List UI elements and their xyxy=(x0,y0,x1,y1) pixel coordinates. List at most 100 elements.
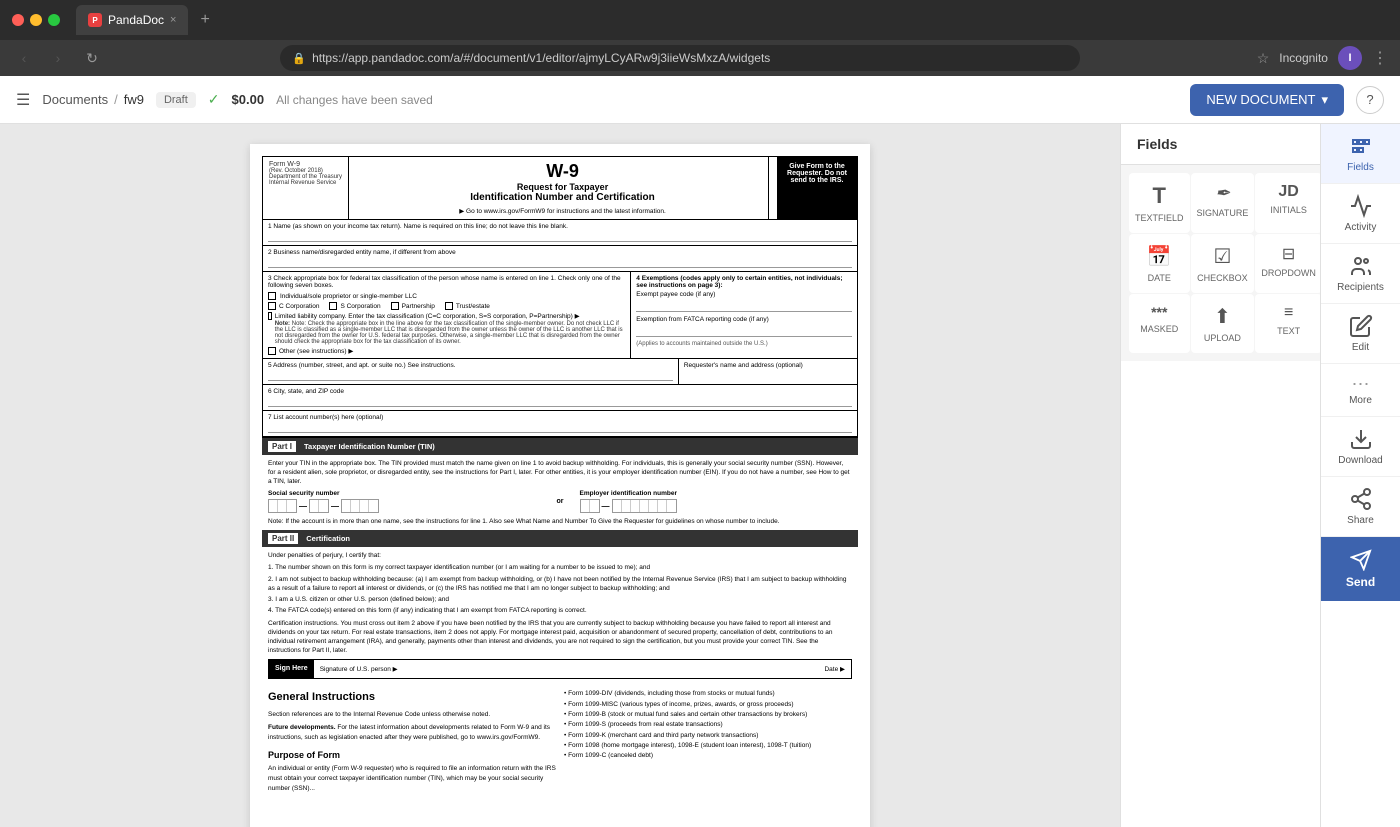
url-bar[interactable]: 🔒 https://app.pandadoc.com/a/#/document/… xyxy=(280,45,1080,71)
back-button[interactable]: ‹ xyxy=(12,50,36,66)
activity-icon xyxy=(1349,194,1373,218)
w9-line5-req: 5 Address (number, street, and apt. or s… xyxy=(263,359,857,385)
other-checkbox[interactable] xyxy=(268,347,276,355)
menu-icon[interactable]: ⋮ xyxy=(1372,48,1388,68)
new-tab-button[interactable]: + xyxy=(194,11,215,29)
browser-chrome: P PandaDoc × + xyxy=(0,0,1400,40)
w9-other-option: Other (see instructions) ▶ xyxy=(268,347,625,355)
ein-seg1 xyxy=(580,499,600,513)
maximize-button[interactable] xyxy=(48,14,60,26)
sidebar-item-download[interactable]: Download xyxy=(1321,417,1400,477)
s-corp-option: S Corporation xyxy=(329,302,380,310)
new-document-button[interactable]: NEW DOCUMENT ▾ xyxy=(1190,84,1344,116)
send-icon xyxy=(1350,549,1372,571)
sidebar-download-label: Download xyxy=(1338,455,1382,466)
app: ☰ Documents / fw9 Draft ✓ $0.00 All chan… xyxy=(0,76,1400,827)
ssn-seg1 xyxy=(268,499,297,513)
main-content: Form W-9 (Rev. October 2018) Department … xyxy=(0,124,1400,827)
checkbox-label: CHECKBOX xyxy=(1197,273,1248,283)
hamburger-menu[interactable]: ☰ xyxy=(16,90,30,110)
tab-close-button[interactable]: × xyxy=(170,14,176,26)
signature-icon: ✒ xyxy=(1215,183,1230,204)
url-text: https://app.pandadoc.com/a/#/document/v1… xyxy=(312,51,770,65)
forward-button[interactable]: › xyxy=(46,50,70,66)
w9-line3-4: 3 Check appropriate box for federal tax … xyxy=(263,272,857,359)
w9-certification: Under penalties of perjury, I certify th… xyxy=(262,547,858,683)
sidebar-item-share[interactable]: Share xyxy=(1321,477,1400,537)
ein-seg2 xyxy=(612,499,677,513)
sidebar-item-recipients[interactable]: Recipients xyxy=(1321,244,1400,304)
w9-or-label: or xyxy=(551,490,570,513)
c-corp-checkbox[interactable] xyxy=(268,302,276,310)
sidebar-item-edit[interactable]: Edit xyxy=(1321,304,1400,364)
download-icon xyxy=(1349,427,1373,451)
initials-icon: JD xyxy=(1278,183,1298,201)
profile-initial: I xyxy=(1348,52,1351,64)
traffic-lights xyxy=(12,14,60,26)
field-masked[interactable]: *** MASKED xyxy=(1129,294,1190,353)
fields-grid: T TEXTFIELD ✒ SIGNATURE JD INITIALS 📅 DA… xyxy=(1121,165,1320,361)
send-button[interactable]: Send xyxy=(1321,537,1400,601)
masked-icon: *** xyxy=(1151,304,1167,320)
partnership-option: Partnership xyxy=(391,302,435,310)
fields-panel: Fields T TEXTFIELD ✒ SIGNATURE JD INITIA… xyxy=(1120,124,1320,827)
indiv-checkbox[interactable] xyxy=(268,292,276,300)
refresh-button[interactable]: ↻ xyxy=(80,50,104,67)
document-area[interactable]: Form W-9 (Rev. October 2018) Department … xyxy=(0,124,1120,827)
w9-ssn-group: Social security number — xyxy=(268,490,541,513)
breadcrumb-separator: / xyxy=(114,92,118,107)
profile-button[interactable]: I xyxy=(1338,46,1362,70)
app-header: ☰ Documents / fw9 Draft ✓ $0.00 All chan… xyxy=(0,76,1400,124)
w9-line1: 1 Name (as shown on your income tax retu… xyxy=(263,220,857,246)
field-dropdown[interactable]: ⊟ DROPDOWN xyxy=(1255,234,1322,293)
trust-option: Trust/estate xyxy=(445,302,490,310)
sign-here-label: Sign Here xyxy=(269,660,314,678)
field-signature[interactable]: ✒ SIGNATURE xyxy=(1191,173,1255,233)
s-corp-checkbox[interactable] xyxy=(329,302,337,310)
field-checkbox[interactable]: ☑ CHECKBOX xyxy=(1191,234,1255,293)
sidebar-item-activity[interactable]: Activity xyxy=(1321,184,1400,244)
lock-icon: 🔒 xyxy=(292,52,306,65)
minimize-button[interactable] xyxy=(30,14,42,26)
sidebar-edit-label: Edit xyxy=(1352,342,1369,353)
signature-label: SIGNATURE xyxy=(1197,208,1249,218)
tab-title: PandaDoc xyxy=(108,13,164,27)
w9-ein-group: Employer identification number — xyxy=(580,490,853,513)
breadcrumb-documents[interactable]: Documents xyxy=(42,92,108,107)
tab-bar: P PandaDoc × + xyxy=(76,5,1388,35)
w9-line4: 4 Exemptions (codes apply only to certai… xyxy=(631,272,857,358)
w9-give-form: Give Form to the Requester. Do not send … xyxy=(777,157,857,219)
share-icon xyxy=(1349,487,1373,511)
dropdown-label: DROPDOWN xyxy=(1261,268,1316,278)
w9-form: Form W-9 (Rev. October 2018) Department … xyxy=(250,144,870,827)
textfield-label: TEXTFIELD xyxy=(1135,213,1184,223)
send-label: Send xyxy=(1346,575,1375,589)
llc-checkbox[interactable] xyxy=(268,312,272,320)
field-textfield[interactable]: T TEXTFIELD xyxy=(1129,173,1190,233)
text-label: TEXT xyxy=(1277,326,1300,336)
checkbox-icon: ☑ xyxy=(1213,244,1231,269)
dropdown-icon: ⊟ xyxy=(1282,244,1295,264)
bookmark-icon[interactable]: ☆ xyxy=(1257,50,1270,67)
field-upload[interactable]: ⬆ UPLOAD xyxy=(1191,294,1255,353)
field-initials[interactable]: JD INITIALS xyxy=(1255,173,1322,233)
w9-tin-section: Enter your TIN in the appropriate box. T… xyxy=(262,455,858,530)
sidebar-item-more[interactable]: ⋯ More xyxy=(1321,364,1400,417)
recipients-icon xyxy=(1349,254,1373,278)
trust-checkbox[interactable] xyxy=(445,302,453,310)
w9-part1-header: Part I Taxpayer Identification Number (T… xyxy=(262,438,858,455)
field-date[interactable]: 📅 DATE xyxy=(1129,234,1190,293)
sidebar-item-fields[interactable]: Fields xyxy=(1321,124,1400,184)
document-price: $0.00 xyxy=(232,92,265,107)
masked-label: MASKED xyxy=(1140,324,1178,334)
active-tab[interactable]: P PandaDoc × xyxy=(76,5,188,35)
c-corp-option: C Corporation xyxy=(268,302,319,310)
field-text[interactable]: ≡ TEXT xyxy=(1255,294,1322,353)
ssn-seg2 xyxy=(309,499,329,513)
close-button[interactable] xyxy=(12,14,24,26)
address-bar: ‹ › ↻ 🔒 https://app.pandadoc.com/a/#/doc… xyxy=(0,40,1400,76)
help-button[interactable]: ? xyxy=(1356,86,1384,114)
partnership-checkbox[interactable] xyxy=(391,302,399,310)
tab-favicon: P xyxy=(88,13,102,27)
incognito-label: Incognito xyxy=(1279,51,1328,65)
